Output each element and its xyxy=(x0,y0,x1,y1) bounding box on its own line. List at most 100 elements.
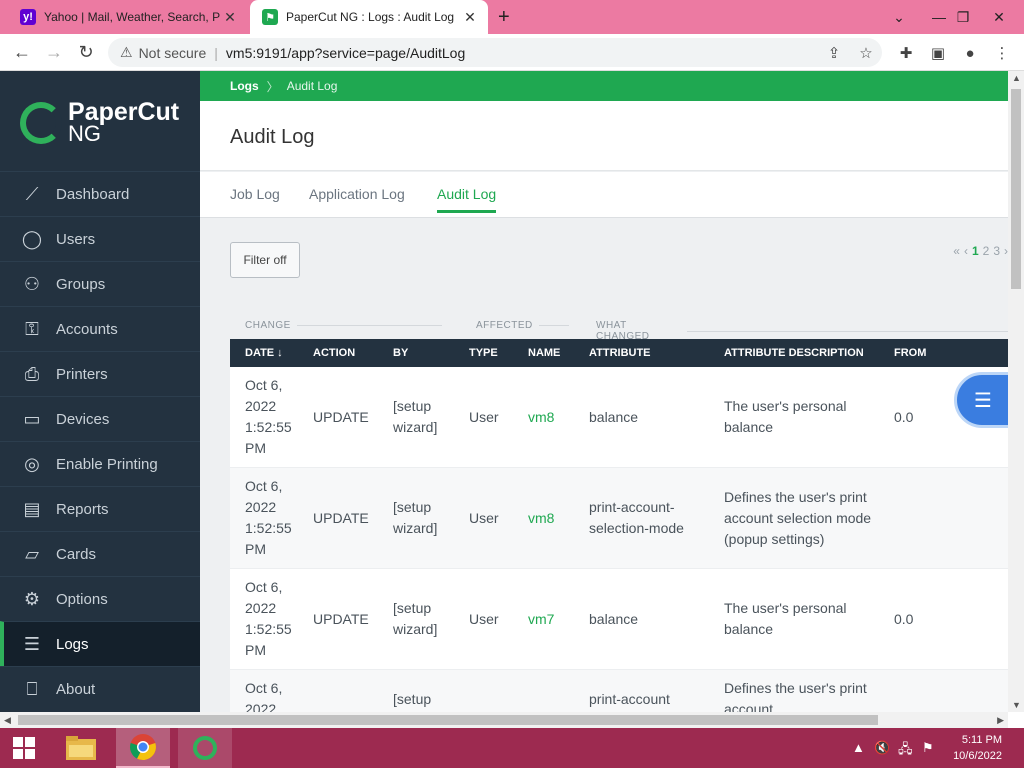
logo-text: PaperCut xyxy=(68,98,180,126)
cell-action: UPDATE xyxy=(305,367,385,468)
vertical-scrollbar[interactable]: ▲ ▼ xyxy=(1008,71,1024,712)
cell-date: Oct 6, 2022 1:52:55 PM xyxy=(230,367,305,468)
scrollbar-thumb[interactable] xyxy=(18,715,878,725)
page-1-link[interactable]: 1 xyxy=(972,244,979,258)
url-field[interactable]: ⚠ Not secure | vm5:9191/app?service=page… xyxy=(108,38,882,67)
url-text: vm5:9191/app?service=page/AuditLog xyxy=(225,44,466,61)
file-explorer-button[interactable] xyxy=(56,728,106,768)
first-page-button[interactable]: « xyxy=(953,244,960,258)
papercut-logo[interactable]: PaperCut NG xyxy=(20,98,180,145)
logo-ring-icon xyxy=(20,102,62,144)
scroll-left-icon[interactable]: ◀ xyxy=(4,715,11,726)
close-tab-icon[interactable]: ✕ xyxy=(220,9,240,26)
extensions-icon[interactable]: ✚ xyxy=(895,42,917,64)
cell-action: UPDATE xyxy=(305,467,385,569)
bookmark-star-icon[interactable]: ☆ xyxy=(855,42,877,64)
scroll-right-icon[interactable]: ▶ xyxy=(997,715,1004,726)
list-icon: ☰ xyxy=(23,633,41,654)
sidebar-item-logs[interactable]: ☰ Logs xyxy=(0,621,200,666)
column-header-by[interactable]: BY xyxy=(385,339,461,367)
side-panel-icon[interactable]: ▣ xyxy=(927,42,949,64)
action-center-icon[interactable]: ⚑ xyxy=(922,740,934,756)
chrome-taskbar-button[interactable] xyxy=(116,728,170,768)
cell-attribute: balance xyxy=(581,568,716,670)
sidebar-item-options[interactable]: ⚙ Options xyxy=(0,576,200,621)
profile-avatar-icon[interactable]: ● xyxy=(959,42,981,64)
scroll-up-icon[interactable]: ▲ xyxy=(1012,73,1021,83)
cell-attribute: balance xyxy=(581,367,716,468)
menu-dots-icon[interactable]: ⋮ xyxy=(991,42,1013,64)
browser-tab-bar: y! Yahoo | Mail, Weather, Search, Politi… xyxy=(0,0,1024,34)
sidebar-item-devices[interactable]: ▭ Devices xyxy=(0,396,200,441)
taskbar-clock[interactable]: 5:11 PM 10/6/2022 xyxy=(953,732,1002,764)
column-header-type[interactable]: TYPE xyxy=(461,339,520,367)
sidebar-item-accounts[interactable]: ⚿ Accounts xyxy=(0,306,200,351)
page-3-link[interactable]: 3 xyxy=(993,244,1000,258)
scrollbar-thumb[interactable] xyxy=(1011,89,1021,289)
tab-job-log[interactable]: Job Log xyxy=(230,186,280,210)
cell-name-link[interactable]: vm8 xyxy=(520,467,581,569)
filter-toggle-button[interactable]: Filter off xyxy=(230,242,300,278)
tab-application-log[interactable]: Application Log xyxy=(309,186,405,210)
users-icon: ⚇ xyxy=(23,273,41,294)
horizontal-scrollbar[interactable]: ◀ ▶ xyxy=(0,712,1008,728)
group-header-change: CHANGE xyxy=(245,320,442,331)
group-header-label: AFFECTED xyxy=(476,320,533,331)
sidebar-item-label: Logs xyxy=(56,635,89,653)
close-window-button[interactable]: ✕ xyxy=(976,0,1022,34)
breadcrumb-logs[interactable]: Logs xyxy=(230,79,259,93)
sidebar-item-label: Options xyxy=(56,590,108,608)
papercut-taskbar-button[interactable] xyxy=(178,728,232,768)
column-header-attribute-description[interactable]: ATTRIBUTE DESCRIPTION xyxy=(716,339,886,367)
cell-name-link[interactable] xyxy=(520,669,581,712)
browser-tab-papercut[interactable]: ⚑ PaperCut NG : Logs : Audit Log ✕ xyxy=(250,0,488,34)
column-header-action[interactable]: ACTION xyxy=(305,339,385,367)
forward-button[interactable]: → xyxy=(42,40,66,64)
windows-taskbar: ▲ 🔇 🖧 ⚑ 5:11 PM 10/6/2022 xyxy=(0,728,1024,768)
column-header-date[interactable]: DATE ↓ xyxy=(230,339,305,367)
sidebar-item-printers[interactable]: ⎙ Printers xyxy=(0,351,200,396)
chrome-icon xyxy=(130,734,156,761)
sidebar: PaperCut NG ⟋ Dashboard ◯ Users ⚇ Groups ⚿ A… xyxy=(0,71,200,712)
close-tab-icon[interactable]: ✕ xyxy=(460,9,480,26)
column-header-name[interactable]: NAME xyxy=(520,339,581,367)
warning-icon: ⚠ xyxy=(120,44,133,60)
floating-list-button[interactable]: ☰ xyxy=(954,372,1012,428)
scroll-down-icon[interactable]: ▼ xyxy=(1012,700,1021,710)
page-2-link[interactable]: 2 xyxy=(983,244,990,258)
column-header-from[interactable]: FROM xyxy=(886,339,1008,367)
sidebar-item-enable-printing[interactable]: ◎ Enable Printing xyxy=(0,441,200,486)
breadcrumb: Logs 〉 Audit Log xyxy=(200,71,1008,101)
volume-muted-icon[interactable]: 🔇 xyxy=(874,740,890,756)
sidebar-item-label: Enable Printing xyxy=(56,455,158,473)
sidebar-item-users[interactable]: ◯ Users xyxy=(0,216,200,261)
column-header-attribute[interactable]: ATTRIBUTE xyxy=(581,339,716,367)
separator: | xyxy=(214,44,218,61)
security-label[interactable]: Not secure xyxy=(139,45,207,61)
sidebar-item-about[interactable]: ⎕ About xyxy=(0,666,200,711)
sidebar-item-dashboard[interactable]: ⟋ Dashboard xyxy=(0,171,200,216)
cell-name-link[interactable]: vm8 xyxy=(520,367,581,468)
network-icon[interactable]: 🖧 xyxy=(898,740,913,762)
new-tab-button[interactable]: + xyxy=(498,6,510,29)
table-header-row: DATE ↓ ACTION BY TYPE NAME ATTRIBUTE ATT… xyxy=(230,339,1008,367)
tab-audit-log[interactable]: Audit Log xyxy=(437,186,497,213)
tray-chevron-up-icon[interactable]: ▲ xyxy=(852,740,865,755)
back-button[interactable]: ← xyxy=(10,40,34,64)
cell-by: [setup xyxy=(385,669,461,712)
reload-button[interactable]: ↻ xyxy=(74,40,98,64)
cell-type: User xyxy=(461,367,520,468)
cell-from: 0.0 xyxy=(886,568,1008,670)
sidebar-item-reports[interactable]: ▤ Reports xyxy=(0,486,200,531)
group-header-label: CHANGE xyxy=(245,320,291,331)
table-row: Oct 6, 2022 1:52:55 PM UPDATE [setup wiz… xyxy=(230,367,1008,468)
address-bar-row: ← → ↻ ⚠ Not secure | vm5:9191/app?servic… xyxy=(0,34,1024,71)
sidebar-item-label: Accounts xyxy=(56,320,118,338)
start-button[interactable] xyxy=(0,728,48,768)
prev-page-button[interactable]: ‹ xyxy=(964,244,968,258)
browser-tab-yahoo[interactable]: y! Yahoo | Mail, Weather, Search, Politi… xyxy=(8,0,248,34)
sidebar-item-cards[interactable]: ▱ Cards xyxy=(0,531,200,576)
share-icon[interactable]: ⇪ xyxy=(823,42,845,64)
sidebar-item-groups[interactable]: ⚇ Groups xyxy=(0,261,200,306)
cell-name-link[interactable]: vm7 xyxy=(520,568,581,670)
